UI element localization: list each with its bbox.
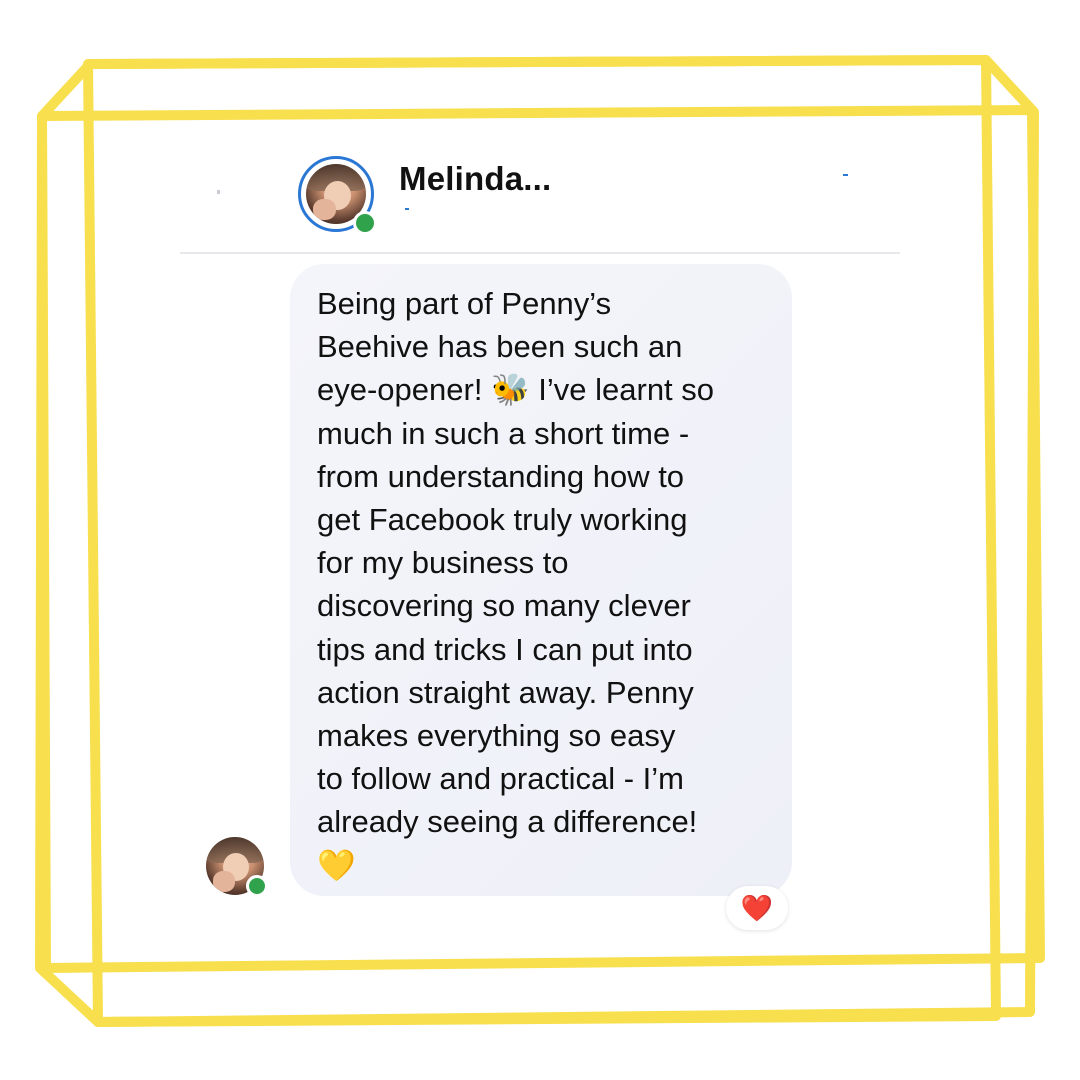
heart-icon: ❤️ [740, 893, 774, 923]
online-status-dot-icon [246, 875, 268, 897]
contact-name[interactable]: Melinda... [399, 160, 551, 198]
message-reaction[interactable]: ❤️ [726, 886, 788, 930]
message-bubble[interactable]: Being part of Penny’s Beehive has been s… [290, 264, 792, 896]
chat-header: Melinda... [180, 150, 900, 254]
header-divider [180, 252, 900, 254]
header-right-mark [843, 174, 848, 176]
message-text: Being part of Penny’s Beehive has been s… [317, 286, 715, 883]
subtitle-mark [405, 208, 409, 210]
online-status-dot-icon [353, 211, 377, 235]
sender-avatar[interactable] [206, 837, 268, 897]
header-avatar[interactable] [298, 156, 377, 235]
